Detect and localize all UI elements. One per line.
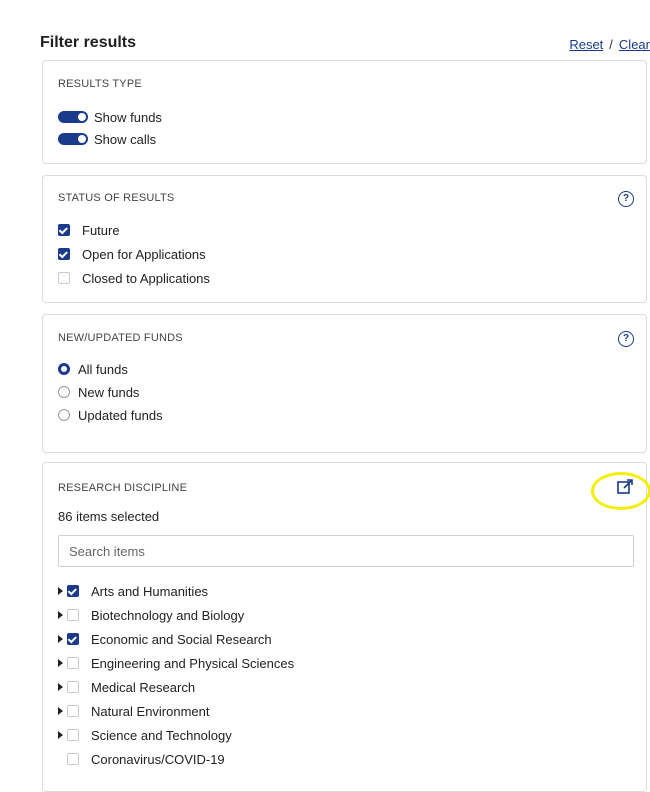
discipline-checkbox[interactable] (67, 609, 79, 621)
expand-arrow-icon[interactable] (58, 587, 63, 595)
closed-checkbox[interactable] (58, 272, 70, 284)
header-links: Reset / Clear (569, 37, 650, 52)
new-updated-panel: NEW/UPDATED FUNDS ? All funds New funds … (42, 314, 647, 453)
status-option-open[interactable]: Open for Applications (58, 244, 206, 264)
question-circle-icon[interactable]: ? (618, 331, 634, 347)
discipline-item[interactable]: Arts and Humanities (58, 581, 208, 601)
new-funds-label: New funds (78, 384, 140, 400)
new-updated-heading: NEW/UPDATED FUNDS (58, 332, 183, 344)
expand-arrow-icon[interactable] (58, 731, 63, 739)
discipline-item[interactable]: Coronavirus/COVID-19 (58, 749, 225, 769)
show-funds-toggle-row[interactable]: Show funds (58, 107, 162, 127)
new-funds-radio[interactable] (58, 386, 70, 398)
discipline-item[interactable]: Science and Technology (58, 725, 232, 745)
discipline-checkbox[interactable] (67, 729, 79, 741)
discipline-label: Biotechnology and Biology (91, 607, 245, 623)
discipline-checkbox[interactable] (67, 657, 79, 669)
discipline-item[interactable]: Engineering and Physical Sciences (58, 653, 294, 673)
future-label: Future (82, 222, 120, 238)
radio-new-funds[interactable]: New funds (58, 382, 139, 402)
clear-link[interactable]: Clear (619, 37, 650, 52)
updated-funds-label: Updated funds (78, 407, 163, 423)
discipline-item[interactable]: Biotechnology and Biology (58, 605, 244, 625)
discipline-checkbox[interactable] (67, 753, 79, 765)
selected-count: 86 items selected (58, 509, 160, 524)
filter-results-page: Filter results Reset / Clear RESULTS TYPE … (0, 0, 650, 792)
discipline-item[interactable]: Medical Research (58, 677, 195, 697)
page-title: Filter results (40, 34, 137, 51)
filter-header: Filter results Reset / Clear (40, 34, 650, 56)
radio-all-funds[interactable]: All funds (58, 359, 128, 379)
discipline-checkbox[interactable] (67, 633, 79, 645)
discipline-label: Arts and Humanities (91, 583, 209, 599)
all-funds-label: All funds (78, 361, 128, 377)
discipline-label: Science and Technology (91, 727, 232, 743)
question-circle-icon[interactable]: ? (618, 191, 634, 207)
discipline-label: Economic and Social Research (91, 631, 272, 647)
all-funds-radio[interactable] (58, 363, 70, 375)
discipline-checkbox[interactable] (67, 585, 79, 597)
open-label: Open for Applications (82, 246, 206, 262)
show-calls-toggle-row[interactable]: Show calls (58, 129, 156, 149)
future-checkbox[interactable] (58, 224, 70, 236)
discipline-checkbox[interactable] (67, 705, 79, 717)
updated-funds-radio[interactable] (58, 409, 70, 421)
expand-arrow-icon[interactable] (58, 707, 63, 715)
discipline-label: Natural Environment (91, 703, 210, 719)
discipline-checkbox[interactable] (67, 681, 79, 693)
status-option-closed[interactable]: Closed to Applications (58, 268, 210, 288)
search-items-input[interactable] (58, 535, 634, 567)
show-calls-toggle[interactable] (58, 133, 88, 145)
link-separator: / (609, 37, 613, 52)
show-funds-toggle[interactable] (58, 111, 88, 123)
expand-arrow-icon[interactable] (58, 635, 63, 643)
discipline-item[interactable]: Natural Environment (58, 701, 210, 721)
closed-label: Closed to Applications (82, 270, 210, 286)
research-discipline-panel: RESEARCH DISCIPLINE 86 items selected Ar… (42, 462, 650, 792)
expand-arrow-icon[interactable] (58, 659, 63, 667)
expand-arrow-icon[interactable] (58, 611, 63, 619)
annotation-highlight-circle (591, 472, 650, 510)
reset-link[interactable]: Reset (569, 37, 603, 52)
discipline-item[interactable]: Economic and Social Research (58, 629, 272, 649)
discipline-label: Coronavirus/COVID-19 (91, 751, 225, 767)
discipline-label: Engineering and Physical Sciences (91, 655, 295, 671)
status-panel: STATUS OF RESULTS ? Future Open for Appl… (42, 175, 647, 303)
expand-arrow-icon[interactable] (58, 683, 63, 691)
discipline-label: Medical Research (91, 679, 196, 695)
show-calls-label: Show calls (94, 131, 157, 147)
status-heading: STATUS OF RESULTS (58, 192, 175, 204)
open-checkbox[interactable] (58, 248, 70, 260)
research-heading: RESEARCH DISCIPLINE (58, 482, 188, 494)
results-type-heading: RESULTS TYPE (58, 78, 142, 90)
status-option-future[interactable]: Future (58, 220, 120, 240)
results-type-panel: RESULTS TYPE Show funds Show calls (42, 60, 647, 164)
radio-updated-funds[interactable]: Updated funds (58, 405, 163, 425)
show-funds-label: Show funds (94, 109, 162, 125)
